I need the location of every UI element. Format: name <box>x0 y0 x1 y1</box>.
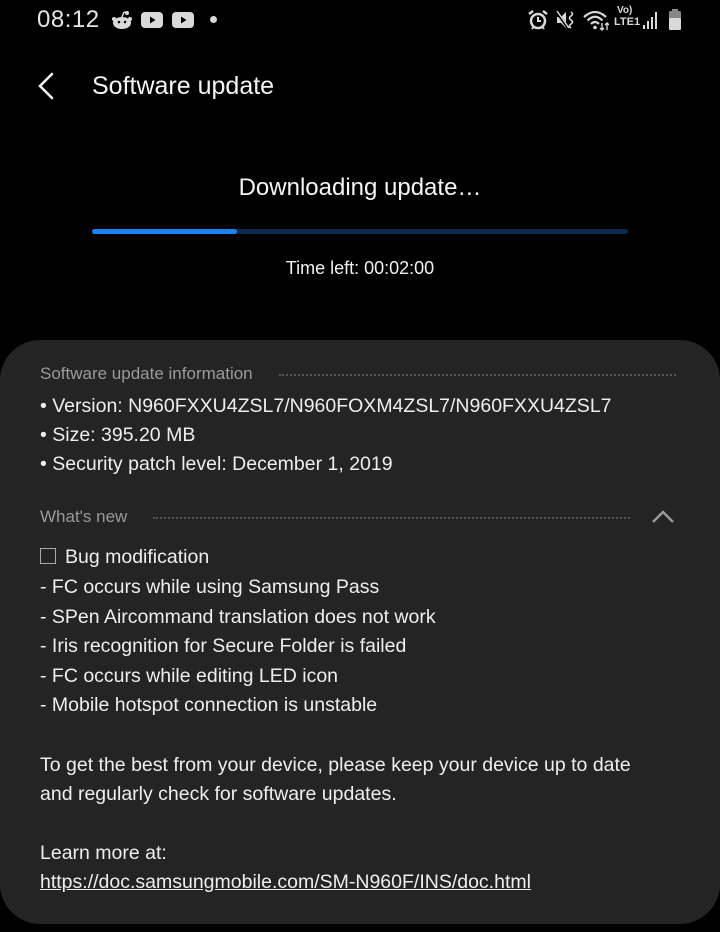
change-item: - Iris recognition for Secure Folder is … <box>40 635 407 657</box>
reddit-icon <box>112 11 132 29</box>
download-status-title: Downloading update… <box>238 174 482 201</box>
checkbox-icon <box>40 548 56 564</box>
chevron-left-icon <box>38 72 54 100</box>
youtube-icon <box>141 12 163 28</box>
time-left-label: Time left: 00:02:00 <box>285 258 435 278</box>
change-item: - Mobile hotspot connection is unstable <box>40 694 378 716</box>
advice-text-line-1: To get the best from your device, please… <box>40 754 631 776</box>
mute-vibrate-icon <box>555 10 574 30</box>
app-bar: Software update <box>0 60 720 116</box>
security-patch-line: • Security patch level: December 1, 2019 <box>40 453 393 475</box>
page-title: Software update <box>92 72 275 100</box>
info-section-label: Software update information <box>40 364 253 383</box>
signal-icon <box>643 12 657 29</box>
status-bar: 08:12 Vo) LTE1 <box>0 0 720 42</box>
lte-label: LTE1 <box>614 16 641 28</box>
change-item: - FC occurs while editing LED icon <box>40 665 339 687</box>
bug-modification-heading: Bug modification <box>40 546 209 569</box>
learn-more-label: Learn more at: <box>40 842 167 864</box>
alarm-icon <box>528 10 548 30</box>
back-button[interactable] <box>30 70 62 102</box>
volte-lte1-icon: Vo) LTE1 <box>614 5 642 28</box>
wifi-icon <box>583 10 609 31</box>
whats-new-header[interactable]: What's new <box>40 505 630 529</box>
youtube-icon <box>172 12 194 28</box>
download-progress-bar <box>92 229 628 234</box>
section-divider <box>153 517 630 519</box>
download-progress-fill <box>92 229 237 234</box>
whats-new-label: What's new <box>40 507 128 526</box>
status-time: 08:12 <box>37 6 100 33</box>
collapse-chevron-up-icon[interactable] <box>650 506 676 528</box>
advice-text-line-2: and regularly check for software updates… <box>40 783 397 805</box>
info-section-header: Software update information <box>40 362 676 386</box>
notification-dot-icon <box>210 16 217 23</box>
section-divider <box>278 374 676 376</box>
change-item: - SPen Aircommand translation does not w… <box>40 606 436 628</box>
battery-icon <box>669 9 681 30</box>
bug-modification-label: Bug modification <box>65 546 210 568</box>
update-info-card: Software update information • Version: N… <box>0 340 720 924</box>
version-line: • Version: N960FXXU4ZSL7/N960FOXM4ZSL7/N… <box>40 395 612 417</box>
size-line: • Size: 395.20 MB <box>40 424 196 446</box>
volte-label: Vo) <box>617 5 633 16</box>
change-item: - FC occurs while using Samsung Pass <box>40 576 380 598</box>
learn-more-link[interactable]: https://doc.samsungmobile.com/SM-N960F/I… <box>40 871 531 894</box>
